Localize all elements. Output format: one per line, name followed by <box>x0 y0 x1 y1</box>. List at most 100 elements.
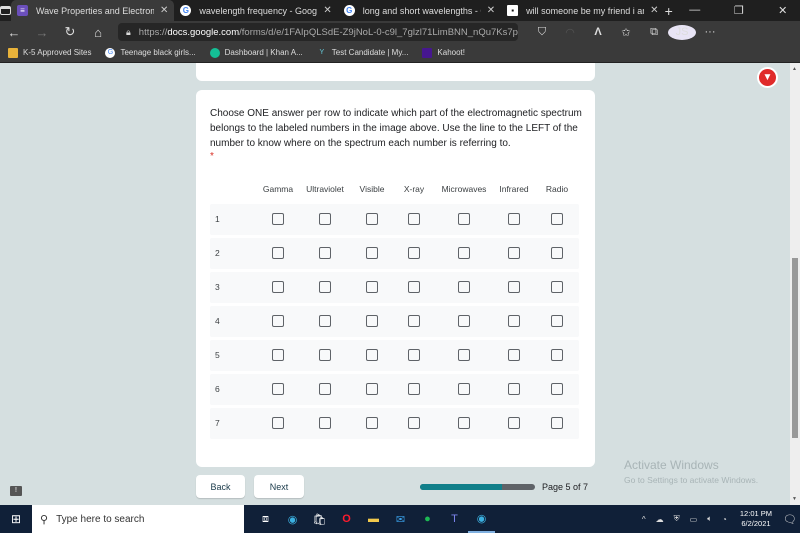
bookmark-kahoot[interactable]: Kahoot! <box>422 47 465 58</box>
checkbox-row3-radio[interactable] <box>551 281 563 293</box>
checkbox-row5-radio[interactable] <box>551 349 563 361</box>
show-hidden-icons[interactable]: ^ <box>642 515 646 524</box>
tab-actions-button[interactable] <box>0 0 11 21</box>
volume-icon[interactable]: 🔈︎ <box>707 514 712 524</box>
checkbox-row4-xray[interactable] <box>408 315 420 327</box>
url-input[interactable]: 🔒︎ https://docs.google.com/forms/d/e/1FA… <box>118 23 518 41</box>
checkbox-row4-infrared[interactable] <box>508 315 520 327</box>
scroll-down-arrow-icon[interactable]: ▼ <box>792 496 797 502</box>
mail-icon[interactable]: ✉ <box>387 505 414 533</box>
checkbox-row6-gamma[interactable] <box>272 383 284 395</box>
checkbox-row6-radio[interactable] <box>551 383 563 395</box>
scroll-up-arrow-icon[interactable]: ▲ <box>792 66 797 72</box>
checkbox-row2-radio[interactable] <box>551 247 563 259</box>
checkbox-row7-xray[interactable] <box>408 417 420 429</box>
checkbox-row3-gamma[interactable] <box>272 281 284 293</box>
forward-arrow-icon[interactable]: → <box>28 25 56 40</box>
ab-extension-icon[interactable]: Λ <box>584 26 612 38</box>
checkbox-row5-infrared[interactable] <box>508 349 520 361</box>
checkbox-row2-infrared[interactable] <box>508 247 520 259</box>
checkbox-row4-ultraviolet[interactable] <box>319 315 331 327</box>
close-tab-icon[interactable]: ✕ <box>487 5 495 16</box>
scrollbar-thumb[interactable] <box>792 258 798 438</box>
shield-extension-icon[interactable]: ⛉ <box>528 26 556 39</box>
checkbox-row5-visible[interactable] <box>366 349 378 361</box>
cloud-icon[interactable]: ☁ <box>656 515 664 524</box>
tab-brainly[interactable]: ▪ will someone be my friend i am s ✕ <box>501 0 664 21</box>
checkbox-row3-xray[interactable] <box>408 281 420 293</box>
checkbox-row5-microwaves[interactable] <box>458 349 470 361</box>
clock[interactable]: 12:01 PM 6/2/2021 <box>740 509 772 529</box>
profile-button[interactable]: JS <box>668 24 696 40</box>
checkbox-row1-radio[interactable] <box>551 213 563 225</box>
checkbox-row7-ultraviolet[interactable] <box>319 417 331 429</box>
checkbox-row6-ultraviolet[interactable] <box>319 383 331 395</box>
checkbox-row3-ultraviolet[interactable] <box>319 281 331 293</box>
windows-start-icon[interactable]: ⊞ <box>0 512 32 526</box>
feedback-icon[interactable]: ! <box>10 486 22 496</box>
checkbox-row3-microwaves[interactable] <box>458 281 470 293</box>
taskbar-search-box[interactable]: ⚲ Type here to search <box>32 505 244 533</box>
home-icon[interactable]: ⌂ <box>84 25 112 40</box>
back-button[interactable]: Back <box>196 475 245 498</box>
spotify-icon[interactable]: ● <box>414 505 441 533</box>
checkbox-row2-gamma[interactable] <box>272 247 284 259</box>
minimize-button[interactable]: — <box>673 4 717 17</box>
checkbox-row2-microwaves[interactable] <box>458 247 470 259</box>
checkbox-row6-visible[interactable] <box>366 383 378 395</box>
close-tab-icon[interactable]: ✕ <box>650 5 658 16</box>
checkbox-row1-infrared[interactable] <box>508 213 520 225</box>
close-tab-icon[interactable]: ✕ <box>160 5 168 16</box>
edge-active-icon[interactable]: ◉ <box>468 505 495 533</box>
tab-wavelength-frequency[interactable]: G wavelength frequency - Google S ✕ <box>174 0 337 21</box>
close-window-button[interactable]: ✕ <box>761 4 800 17</box>
checkbox-row4-microwaves[interactable] <box>458 315 470 327</box>
task-view-icon[interactable]: ⧈ <box>252 505 279 533</box>
edge-icon[interactable]: ◉ <box>279 505 306 533</box>
bookmark-khan-academy[interactable]: Dashboard | Khan A... <box>209 47 303 58</box>
lock-icon[interactable]: 🔒︎ <box>126 27 131 38</box>
new-tab-button[interactable]: + <box>665 3 673 19</box>
checkbox-row6-microwaves[interactable] <box>458 383 470 395</box>
more-menu-icon[interactable]: ··· <box>696 26 724 38</box>
checkbox-row1-microwaves[interactable] <box>458 213 470 225</box>
red-extension-badge-icon[interactable]: ▼ <box>757 67 778 88</box>
tab-long-short-wavelengths[interactable]: G long and short wavelengths - Go ✕ <box>338 0 501 21</box>
restore-button[interactable]: ❐ <box>717 4 761 17</box>
checkbox-row1-gamma[interactable] <box>272 213 284 225</box>
checkbox-row6-xray[interactable] <box>408 383 420 395</box>
checkbox-row1-ultraviolet[interactable] <box>319 213 331 225</box>
checkbox-row2-visible[interactable] <box>366 247 378 259</box>
teams-icon[interactable]: T <box>441 505 468 533</box>
store-icon[interactable]: 🛍︎ <box>306 505 333 533</box>
checkbox-row5-xray[interactable] <box>408 349 420 361</box>
checkbox-row7-microwaves[interactable] <box>458 417 470 429</box>
notification-center-icon[interactable]: 🗨︎ <box>780 513 800 526</box>
checkbox-row4-radio[interactable] <box>551 315 563 327</box>
checkbox-row1-xray[interactable] <box>408 213 420 225</box>
checkbox-row6-infrared[interactable] <box>508 383 520 395</box>
favorites-icon[interactable]: ✩ <box>612 26 640 39</box>
checkbox-row7-visible[interactable] <box>366 417 378 429</box>
checkbox-row2-xray[interactable] <box>408 247 420 259</box>
checkbox-row7-radio[interactable] <box>551 417 563 429</box>
checkbox-row3-infrared[interactable] <box>508 281 520 293</box>
next-button[interactable]: Next <box>254 475 304 498</box>
checkbox-row3-visible[interactable] <box>366 281 378 293</box>
checkbox-row4-visible[interactable] <box>366 315 378 327</box>
bookmark-test-candidate[interactable]: Y Test Candidate | My... <box>317 48 408 58</box>
checkbox-row4-gamma[interactable] <box>272 315 284 327</box>
collections-icon[interactable]: ⧉ <box>640 26 668 39</box>
bookmark-teenage-black-girls[interactable]: G Teenage black girls... <box>105 47 196 58</box>
checkbox-row2-ultraviolet[interactable] <box>319 247 331 259</box>
checkbox-row7-infrared[interactable] <box>508 417 520 429</box>
checkbox-row1-visible[interactable] <box>366 213 378 225</box>
opera-icon[interactable]: O <box>333 505 360 533</box>
checkbox-row5-gamma[interactable] <box>272 349 284 361</box>
bookmark-k5-approved-sites[interactable]: K-5 Approved Sites <box>8 47 91 58</box>
file-explorer-icon[interactable]: ▬ <box>360 505 387 533</box>
security-icon[interactable]: ⛨ <box>674 514 680 524</box>
vertical-scrollbar[interactable]: ▲ ▼ <box>790 63 800 505</box>
network-icon[interactable]: ▭ <box>690 515 698 524</box>
tab-wave-properties[interactable]: ≡ Wave Properties and Electromag ✕ <box>11 0 175 21</box>
